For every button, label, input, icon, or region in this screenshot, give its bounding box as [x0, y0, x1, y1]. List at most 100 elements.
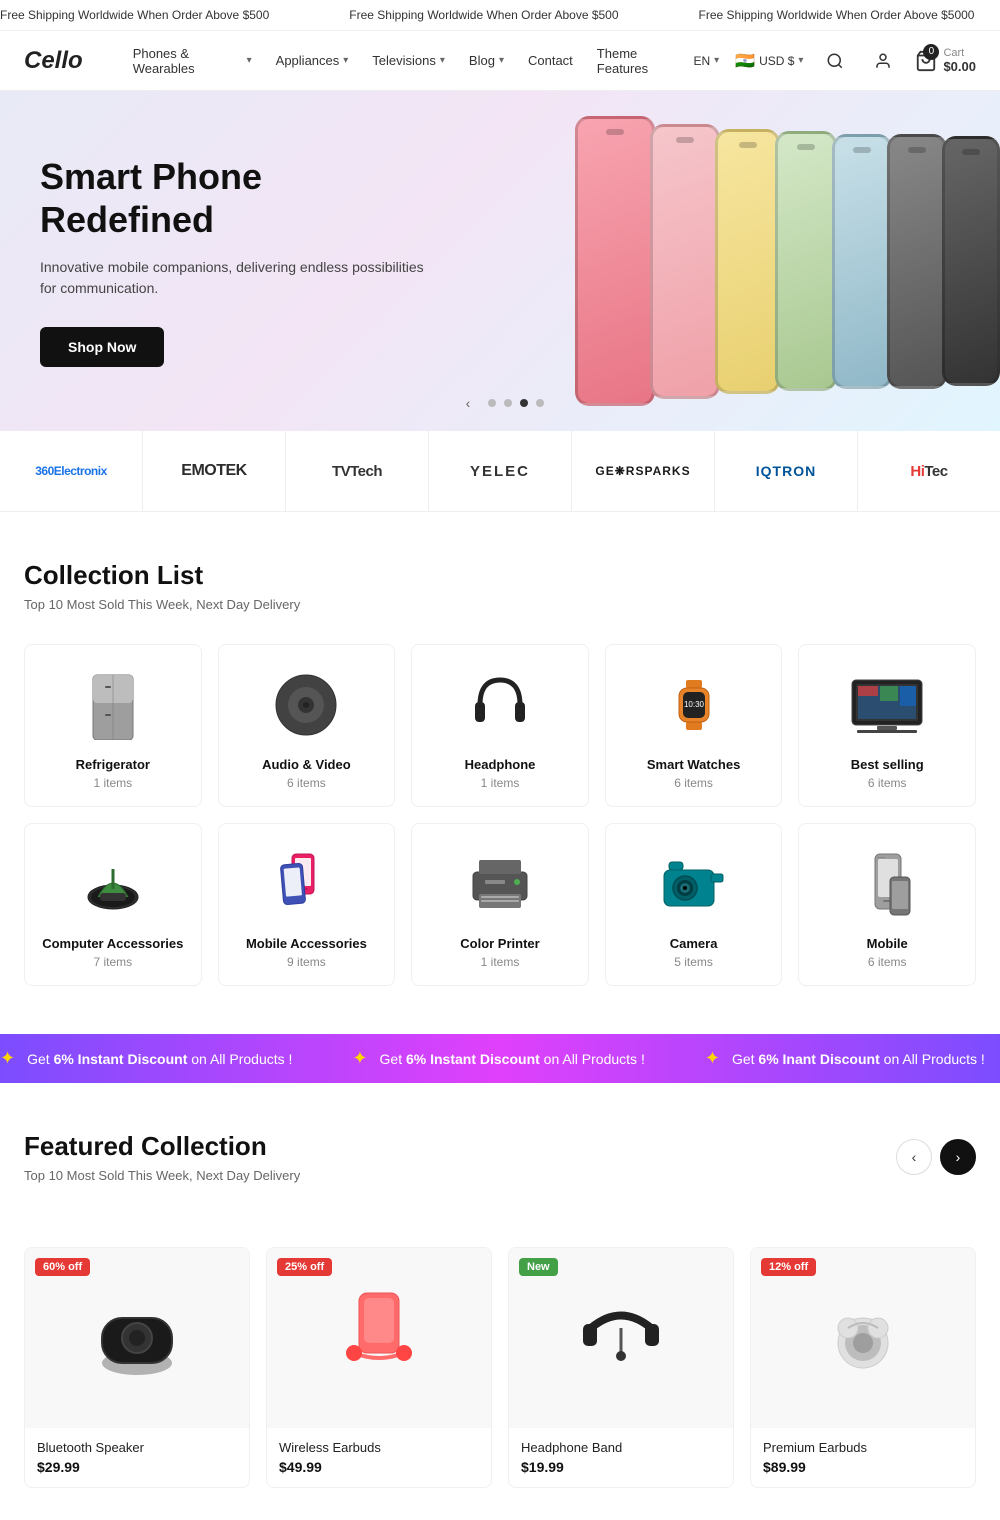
- featured-header: Featured Collection Top 10 Most Sold Thi…: [24, 1131, 976, 1215]
- collection-grid-row1: Refrigerator 1 items Audio & Video 6 ite…: [24, 644, 976, 807]
- product-price-2: $49.99: [279, 1459, 479, 1475]
- collection-count: 6 items: [868, 955, 907, 969]
- product-card-2[interactable]: 25% off Wireless Earbuds $49.99: [266, 1247, 492, 1488]
- phone-1: [575, 116, 655, 406]
- collection-name: Smart Watches: [647, 757, 740, 772]
- collection-subtitle: Top 10 Most Sold This Week, Next Day Del…: [24, 597, 976, 612]
- collection-card-bestselling[interactable]: Best selling 6 items: [798, 644, 976, 807]
- announcement-text-2: Free Shipping Worldwide When Order Above…: [349, 8, 618, 22]
- collection-name: Refrigerator: [76, 757, 150, 772]
- account-button[interactable]: [867, 45, 899, 77]
- nav-televisions[interactable]: Televisions ▾: [362, 45, 455, 76]
- collection-name: Computer Accessories: [42, 936, 183, 951]
- cart-count: 0: [923, 44, 939, 60]
- product-info-4: Premium Earbuds $89.99: [751, 1428, 975, 1487]
- cart-button[interactable]: 0 Cart $0.00: [915, 47, 976, 74]
- phone-7: [942, 136, 1000, 386]
- collection-card-printer[interactable]: Color Printer 1 items: [411, 823, 589, 986]
- featured-title: Featured Collection: [24, 1131, 300, 1162]
- product-price-3: $19.99: [521, 1459, 721, 1475]
- collection-card-computer-acc[interactable]: Computer Accessories 7 items: [24, 823, 202, 986]
- collection-name: Best selling: [851, 757, 924, 772]
- product-price-1: $29.99: [37, 1459, 237, 1475]
- currency-selector[interactable]: 🇮🇳 USD $ ▾: [735, 51, 803, 71]
- mobile-icon: [847, 844, 927, 924]
- collection-title: Collection List: [24, 560, 976, 591]
- featured-next-button[interactable]: ›: [940, 1139, 976, 1175]
- audio-icon: [266, 665, 346, 745]
- search-button[interactable]: [819, 45, 851, 77]
- hero-dot-2[interactable]: [504, 399, 512, 407]
- svg-text:10:30: 10:30: [684, 700, 705, 709]
- collection-card-refrigerator[interactable]: Refrigerator 1 items: [24, 644, 202, 807]
- brand-logo: IQTRON: [756, 463, 816, 479]
- featured-nav: ‹ ›: [896, 1139, 976, 1175]
- chevron-down-icon: ▾: [499, 55, 504, 66]
- brand-logo: HiTec: [910, 463, 947, 480]
- product-name-1: Bluetooth Speaker: [37, 1440, 237, 1455]
- collection-name: Color Printer: [460, 936, 539, 951]
- brand-emotek[interactable]: EMOTEK: [143, 431, 286, 511]
- product-card-4[interactable]: 12% off Premium Earbuds $89.99: [750, 1247, 976, 1488]
- nav-contact[interactable]: Contact: [518, 45, 583, 76]
- hero-dot-1[interactable]: [488, 399, 496, 407]
- collection-card-mobile[interactable]: Mobile 6 items: [798, 823, 976, 986]
- language-selector[interactable]: EN ▾: [693, 54, 719, 68]
- promo-item-3: ✦ Get 6% Inant Discount on All Products …: [705, 1048, 985, 1069]
- brand-gearsparks[interactable]: GE❋RSPARKS: [572, 431, 715, 511]
- brand-360electronix[interactable]: 360Electronix: [0, 431, 143, 511]
- nav-appliances[interactable]: Appliances ▾: [266, 45, 359, 76]
- brand-logo: 360Electronix: [35, 464, 107, 478]
- hero-dot-4[interactable]: [536, 399, 544, 407]
- printer-icon: [460, 844, 540, 924]
- promo-item-2: ✦ Get 6% Instant Discount on All Product…: [352, 1048, 644, 1069]
- product-card-3[interactable]: New Headphone Band $19.99: [508, 1247, 734, 1488]
- headphone-icon: [460, 665, 540, 745]
- collection-count: 6 items: [868, 776, 907, 790]
- phone-4: [775, 131, 837, 391]
- collection-card-audio[interactable]: Audio & Video 6 items: [218, 644, 396, 807]
- mobile-accessories-icon: [266, 844, 346, 924]
- collection-card-mobile-acc[interactable]: Mobile Accessories 9 items: [218, 823, 396, 986]
- collection-card-camera[interactable]: Camera 5 items: [605, 823, 783, 986]
- product-image-2: 25% off: [267, 1248, 491, 1428]
- featured-prev-button[interactable]: ‹: [896, 1139, 932, 1175]
- phones-display: [580, 91, 1000, 431]
- computer-accessories-icon: [73, 844, 153, 924]
- collection-name: Mobile Accessories: [246, 936, 367, 951]
- product-info-1: Bluetooth Speaker $29.99: [25, 1428, 249, 1487]
- brand-yelec[interactable]: YELEC: [429, 431, 572, 511]
- logo[interactable]: Cello: [24, 47, 83, 75]
- product-image-3: New: [509, 1248, 733, 1428]
- cart-icon-wrap: 0: [915, 50, 937, 72]
- collection-count: 1 items: [93, 776, 132, 790]
- collection-count: 9 items: [287, 955, 326, 969]
- collection-count: 5 items: [674, 955, 713, 969]
- hero-dot-3[interactable]: [520, 399, 528, 407]
- collection-card-headphone[interactable]: Headphone 1 items: [411, 644, 589, 807]
- star-icon: ✦: [705, 1048, 720, 1069]
- brand-tvtech[interactable]: TVTech: [286, 431, 429, 511]
- refrigerator-icon: [73, 665, 153, 745]
- phone-3: [715, 129, 780, 394]
- product-badge-3: New: [519, 1258, 558, 1276]
- chevron-down-icon: ▾: [247, 55, 252, 66]
- product-card-1[interactable]: 60% off Bluetooth Speaker $29.99: [24, 1247, 250, 1488]
- phone-6: [887, 134, 947, 389]
- brand-logo: EMOTEK: [181, 462, 246, 480]
- nav-phones-wearables[interactable]: Phones & Wearables ▾: [123, 38, 262, 84]
- nav-theme-features[interactable]: Theme Features: [587, 38, 694, 84]
- phone-5: [832, 134, 892, 389]
- hero-prev-button[interactable]: ‹: [456, 391, 480, 415]
- brand-iqtron[interactable]: IQTRON: [715, 431, 858, 511]
- cart-label: Cart $0.00: [943, 47, 976, 74]
- collection-count: 1 items: [481, 955, 520, 969]
- header-right: EN ▾ 🇮🇳 USD $ ▾ 0 Cart: [693, 45, 976, 77]
- collection-card-smartwatch[interactable]: 10:30 Smart Watches 6 items: [605, 644, 783, 807]
- shop-now-button[interactable]: Shop Now: [40, 327, 164, 367]
- hero-subtitle: Innovative mobile companions, delivering…: [40, 257, 440, 299]
- product-info-3: Headphone Band $19.99: [509, 1428, 733, 1487]
- nav-blog[interactable]: Blog ▾: [459, 45, 514, 76]
- main-nav: Phones & Wearables ▾ Appliances ▾ Televi…: [123, 38, 694, 84]
- brand-hitec[interactable]: HiTec: [858, 431, 1000, 511]
